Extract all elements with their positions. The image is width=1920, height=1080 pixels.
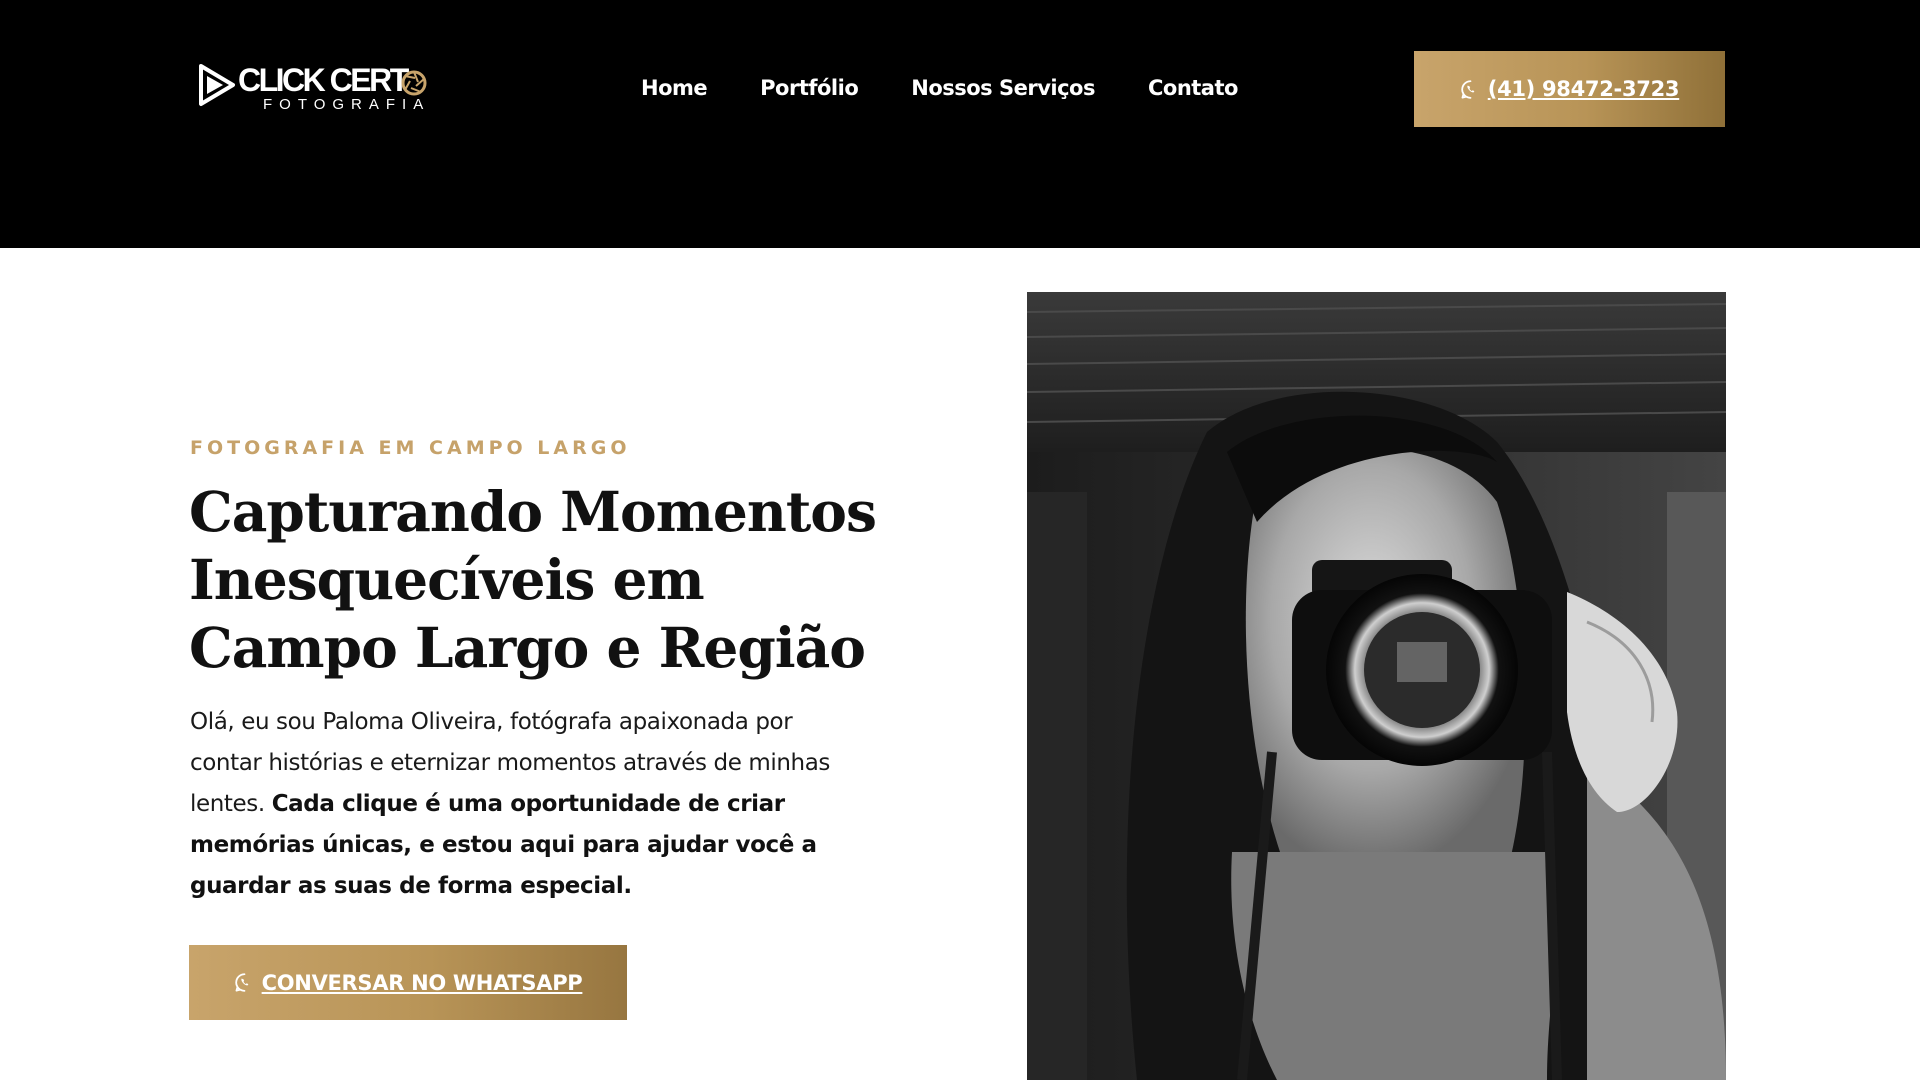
camera-aperture-icon xyxy=(401,70,427,96)
whatsapp-icon xyxy=(1461,79,1475,99)
cta-button-label: CONVERSAR NO WHATSAPP xyxy=(261,970,583,995)
whatsapp-cta-button[interactable]: CONVERSAR NO WHATSAPP xyxy=(189,945,627,1020)
whatsapp-icon xyxy=(235,973,248,992)
nav-services[interactable]: Nossos Serviços xyxy=(911,76,1095,100)
nav-contact[interactable]: Contato xyxy=(1148,76,1238,100)
hero-intro: Olá, eu sou Paloma Oliveira, fotógrafa a… xyxy=(190,702,870,907)
nav-home[interactable]: Home xyxy=(641,76,708,100)
site-logo[interactable]: CLICK CERT FOTOGRAFIA xyxy=(198,58,448,118)
photographer-with-camera-image xyxy=(1027,292,1726,1080)
hero-eyebrow: FOTOGRAFIA EM CAMPO LARGO xyxy=(190,437,631,459)
photographer-photo xyxy=(1027,292,1726,1080)
intro-emphasis: Cada clique é uma oportunidade de criar … xyxy=(190,791,817,899)
logo-brand-name: CLICK CERT xyxy=(238,62,409,98)
main-nav: Home Portfólio Nossos Serviços Contato xyxy=(641,72,1238,104)
phone-whatsapp-button[interactable]: (41) 98472-3723 xyxy=(1414,51,1725,127)
hero-headline: Capturando Momentos Inesquecíveis em Cam… xyxy=(189,479,877,680)
logo-tagline: FOTOGRAFIA xyxy=(263,96,431,113)
nav-portfolio[interactable]: Portfólio xyxy=(760,76,859,100)
phone-button-label: (41) 98472-3723 xyxy=(1487,77,1680,101)
site-header: CLICK CERT FOTOGRAFIA Home Portfólio Nos… xyxy=(0,0,1920,248)
play-icon xyxy=(199,64,235,106)
